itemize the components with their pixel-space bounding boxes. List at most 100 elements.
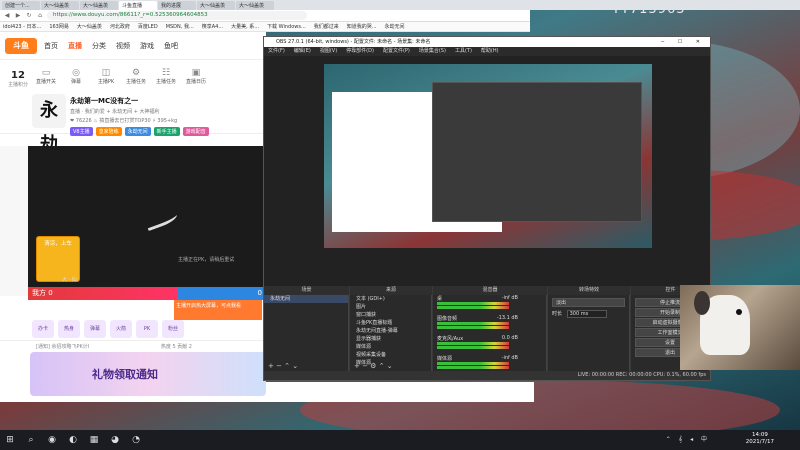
nav-item[interactable]: 分类	[92, 41, 106, 51]
browser-tab[interactable]: 创建一个...	[2, 0, 40, 10]
nav-item[interactable]: 视频	[116, 41, 130, 51]
obs-menu-item[interactable]: 帮助(H)	[481, 47, 499, 56]
browser-tab[interactable]: 大～仙盖羡	[236, 0, 274, 10]
gift-item[interactable]: 办卡	[32, 320, 54, 338]
obs-menu-item[interactable]: 场景集合(S)	[419, 47, 446, 56]
back-icon[interactable]: ◀	[3, 12, 11, 20]
tool-button[interactable]: ◫ 主播PK	[94, 68, 118, 85]
source-dock-footer[interactable]: + − ⚙ ⌃ ⌄	[350, 361, 431, 371]
nav-item[interactable]: 鱼吧	[164, 41, 178, 51]
bookmark-item[interactable]: 知道我的哭...	[347, 23, 377, 30]
room-tag[interactable]: 永劫无间	[124, 127, 151, 136]
bookmark-item[interactable]: 大量美, 系...	[231, 23, 259, 30]
bookmark-item[interactable]: MSDN, 我...	[166, 23, 194, 30]
room-tag[interactable]: 皇家陪练	[95, 127, 122, 136]
douyu-logo[interactable]: 斗鱼	[5, 38, 37, 54]
browser-tab[interactable]: 大～仙盖羡	[41, 0, 79, 10]
obs-menu-item[interactable]: 编辑(E)	[294, 47, 311, 56]
tool-button[interactable]: ◎ 弹幕	[64, 68, 88, 85]
tool-label: 主播任务	[155, 78, 176, 85]
obs-menu-item[interactable]: 工具(T)	[455, 47, 472, 56]
bottom-bar: [通知] 余招攻略飞PK计I 热度 5 贡献 2	[0, 340, 266, 352]
nav-item[interactable]: 直播	[68, 41, 82, 51]
browser-tab[interactable]: 斗鱼直播	[119, 0, 157, 10]
chrome-icon[interactable]: ◉	[46, 434, 58, 446]
gift-banner[interactable]: 礼物领取通知	[30, 352, 266, 396]
obs-menu-item[interactable]: 停靠部件(D)	[346, 47, 374, 56]
gift-item[interactable]: 粉丝	[162, 320, 184, 338]
bookmark-item[interactable]: idol423 - 日本...	[3, 23, 41, 30]
source-item[interactable]: 显示器捕获	[350, 335, 431, 343]
gift-item[interactable]: 火箭	[110, 320, 132, 338]
url-input[interactable]: https://www.douyu.com/86611?_r=0.5253609…	[47, 11, 307, 20]
gift-item[interactable]: PK	[136, 320, 158, 338]
obs-titlebar: OBS 27.0.1 (64-bit, windows) - 配置文件: 未命名…	[264, 37, 710, 47]
bookmark-item[interactable]: 河北政府	[110, 23, 130, 30]
obs-preview[interactable]	[264, 56, 710, 286]
browser-tab[interactable]: 大～仙盖羡	[197, 0, 235, 10]
refresh-icon[interactable]: ↻	[25, 12, 33, 20]
system-tray[interactable]: ⌃ 𝄞 ◂ 中	[666, 434, 710, 444]
clock[interactable]: 14:09 2021/7/17	[746, 432, 774, 446]
room-tag[interactable]: 新手主播	[153, 127, 180, 136]
browser-icon[interactable]: ◔	[130, 434, 142, 446]
home-icon[interactable]: ⌂	[36, 12, 44, 20]
source-item[interactable]: 窗口捕获	[350, 311, 431, 319]
taskview-icon[interactable]: ▦	[88, 434, 100, 446]
obs-menu-item[interactable]: 视图(V)	[320, 47, 337, 56]
nav-item[interactable]: 首页	[44, 41, 58, 51]
source-item[interactable]: 文本 (GDI+)	[350, 295, 431, 303]
tool-button[interactable]: ▭ 直播开关	[34, 68, 58, 85]
transition-select[interactable]: 淡出	[552, 298, 625, 307]
bookmark-item[interactable]: 下载 Windows...	[267, 23, 306, 30]
duration-input[interactable]: 300 ms	[566, 310, 607, 318]
bookmark-item[interactable]: 百度LED	[138, 23, 158, 30]
notice-text[interactable]: [通知] 余招攻略飞PK计I	[36, 344, 89, 350]
tool-icon: ⚙	[131, 67, 141, 78]
bookmark-item[interactable]: 大～仙盖羡	[77, 23, 102, 30]
player-status-text: 主播正在PK，请稍后重试	[178, 257, 235, 263]
obs-menu-item[interactable]: 配置文件(P)	[383, 47, 410, 56]
source-item[interactable]: 视频采集设备	[350, 351, 431, 359]
tool-button[interactable]: ⚙ 主播任务	[124, 68, 148, 85]
forward-icon[interactable]: ▶	[14, 12, 22, 20]
notice-popup[interactable]: 主播开启热大屏幕，可点我看	[174, 300, 262, 320]
nested-obs	[432, 82, 642, 222]
source-item[interactable]: 永劫无间直播-弹幕	[350, 327, 431, 335]
search-icon[interactable]: ⌕	[25, 434, 37, 446]
room-tag[interactable]: V8主播	[70, 127, 93, 136]
scene-dock-footer[interactable]: + − ⌃ ⌄	[264, 361, 348, 371]
source-item[interactable]: 图片	[350, 303, 431, 311]
gift-item[interactable]: 弹幕	[84, 320, 106, 338]
obs-menu-item[interactable]: 文件(F)	[268, 47, 285, 56]
bookmark-item[interactable]: 筷享A4...	[202, 23, 223, 30]
avatar[interactable]: 永劫	[32, 94, 66, 155]
pk-label: 大 · 仙	[62, 277, 77, 283]
clock-app-icon[interactable]: ◐	[67, 434, 79, 446]
scene-item[interactable]: 永劫无间	[264, 295, 348, 303]
browser-tab[interactable]: 大～仙盖羡	[80, 0, 118, 10]
duration-label: 时长	[552, 311, 563, 317]
source-item[interactable]: 斗鱼PK直播标题	[350, 319, 431, 327]
tool-icon: ▣	[191, 67, 201, 78]
volume-meter	[437, 302, 509, 305]
bookmark-item[interactable]: 永劫无间	[385, 23, 405, 30]
room-tag[interactable]: 游戏配音	[182, 127, 209, 136]
browser-tab[interactable]: 我的进展	[158, 0, 196, 10]
bookmark-item[interactable]: 163网易	[49, 23, 69, 30]
bookmarks-bar: idol423 - 日本... 163网易 大～仙盖羡 河北政府 百度LED MSDN, …	[0, 22, 530, 32]
source-item[interactable]: 媒体源	[350, 343, 431, 351]
anchor-toolbar: ▭ 直播开关 ◎ 弹幕 ◫ 主播PK ⚙ 主播任务 ☷ 主播任务 ▣ 直播日历	[0, 60, 266, 92]
room-title: 永劫第一MC没有之一	[70, 97, 139, 105]
tool-button[interactable]: ☷ 主播任务	[154, 68, 178, 85]
window-controls[interactable]: ─ ☐ ✕	[661, 37, 710, 47]
pk-bar: 我方 0 0	[28, 287, 266, 300]
obs-icon[interactable]: ◕	[109, 434, 121, 446]
tool-icon: ☷	[161, 67, 171, 78]
start-icon[interactable]: ⊞	[4, 434, 16, 446]
tool-icon: ◫	[101, 67, 111, 78]
tool-button[interactable]: ▣ 直播日历	[184, 68, 208, 85]
gift-item[interactable]: 热身	[58, 320, 80, 338]
bookmark-item[interactable]: 我们都过来	[314, 23, 339, 30]
nav-item[interactable]: 游戏	[140, 41, 154, 51]
